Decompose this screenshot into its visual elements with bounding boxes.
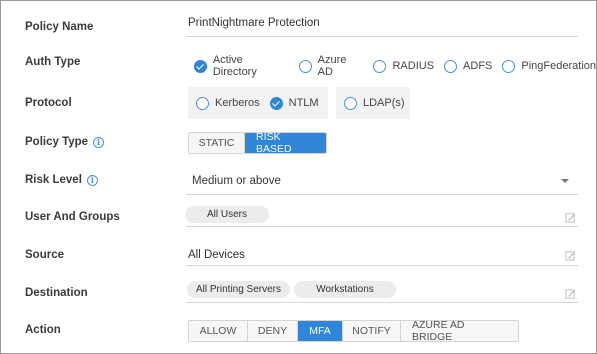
info-icon[interactable]: i — [93, 136, 105, 148]
info-icon[interactable]: i — [86, 174, 98, 186]
policy-name-input[interactable]: PrintNightmare Protection — [188, 17, 320, 29]
action-notify-button[interactable]: NOTIFY — [343, 321, 401, 341]
radio-pingfederation[interactable]: PingFederation — [502, 59, 596, 73]
radio-kerberos[interactable]: Kerberos — [196, 96, 260, 110]
user-groups-underline — [186, 226, 578, 227]
protocol-kerberos-ntlm-group: Kerberos NTLM — [188, 87, 328, 119]
radio-active-directory[interactable]: Active Directory — [194, 54, 289, 78]
edit-icon[interactable] — [565, 250, 576, 261]
policy-name-label: Policy Name — [25, 21, 94, 33]
policy-type-risk-based-button[interactable]: RISK BASED — [245, 133, 326, 153]
risk-level-label: Risk Level i — [25, 174, 98, 186]
user-groups-label: User And Groups — [25, 211, 120, 223]
edit-icon[interactable] — [565, 212, 576, 223]
radio-radius[interactable]: RADIUS — [373, 59, 434, 73]
source-underline — [186, 265, 578, 266]
policy-type-segmented: STATIC RISK BASED — [188, 132, 327, 154]
risk-level-underline — [186, 194, 578, 195]
radio-adfs[interactable]: ADFS — [444, 59, 492, 73]
radio-ntlm[interactable]: NTLM — [269, 96, 319, 110]
radio-unchecked-icon — [444, 59, 458, 73]
auth-type-radio-group: Active Directory Azure AD RADIUS ADFS Pi… — [194, 54, 596, 78]
radio-checked-icon — [194, 59, 207, 73]
destination-chip[interactable]: All Printing Servers — [187, 281, 290, 298]
action-segmented: ALLOW DENY MFA NOTIFY AZURE AD BRIDGE — [188, 320, 519, 342]
protocol-label: Protocol — [25, 97, 72, 109]
action-azure-ad-bridge-button[interactable]: AZURE AD BRIDGE — [401, 321, 518, 341]
action-label: Action — [25, 324, 61, 336]
destination-underline — [186, 302, 578, 303]
radio-unchecked-icon — [373, 59, 387, 73]
auth-type-label: Auth Type — [25, 56, 81, 68]
user-group-chip[interactable]: All Users — [185, 206, 269, 223]
radio-azure-ad[interactable]: Azure AD — [298, 54, 364, 78]
radio-unchecked-icon — [298, 59, 312, 73]
radio-checked-icon — [269, 96, 283, 110]
radio-unchecked-icon — [196, 96, 209, 110]
action-mfa-button[interactable]: MFA — [298, 321, 343, 341]
edit-icon[interactable] — [565, 288, 576, 299]
policy-type-static-button[interactable]: STATIC — [189, 133, 245, 153]
policy-name-underline — [186, 36, 578, 37]
radio-unchecked-icon — [502, 59, 516, 73]
policy-form: Policy Name PrintNightmare Protection Au… — [0, 0, 597, 354]
source-value[interactable]: All Devices — [188, 249, 245, 261]
destination-chip[interactable]: Workstations — [294, 281, 396, 298]
chevron-down-icon[interactable] — [561, 179, 569, 183]
destination-label: Destination — [25, 287, 88, 299]
action-allow-button[interactable]: ALLOW — [189, 321, 248, 341]
action-deny-button[interactable]: DENY — [248, 321, 298, 341]
radio-ldaps[interactable]: LDAP(s) — [344, 96, 405, 110]
policy-type-label: Policy Type i — [25, 136, 105, 148]
risk-level-select[interactable]: Medium or above — [192, 175, 281, 187]
radio-unchecked-icon — [344, 96, 357, 110]
protocol-ldap-group: LDAP(s) — [336, 87, 410, 119]
source-label: Source — [25, 249, 64, 261]
